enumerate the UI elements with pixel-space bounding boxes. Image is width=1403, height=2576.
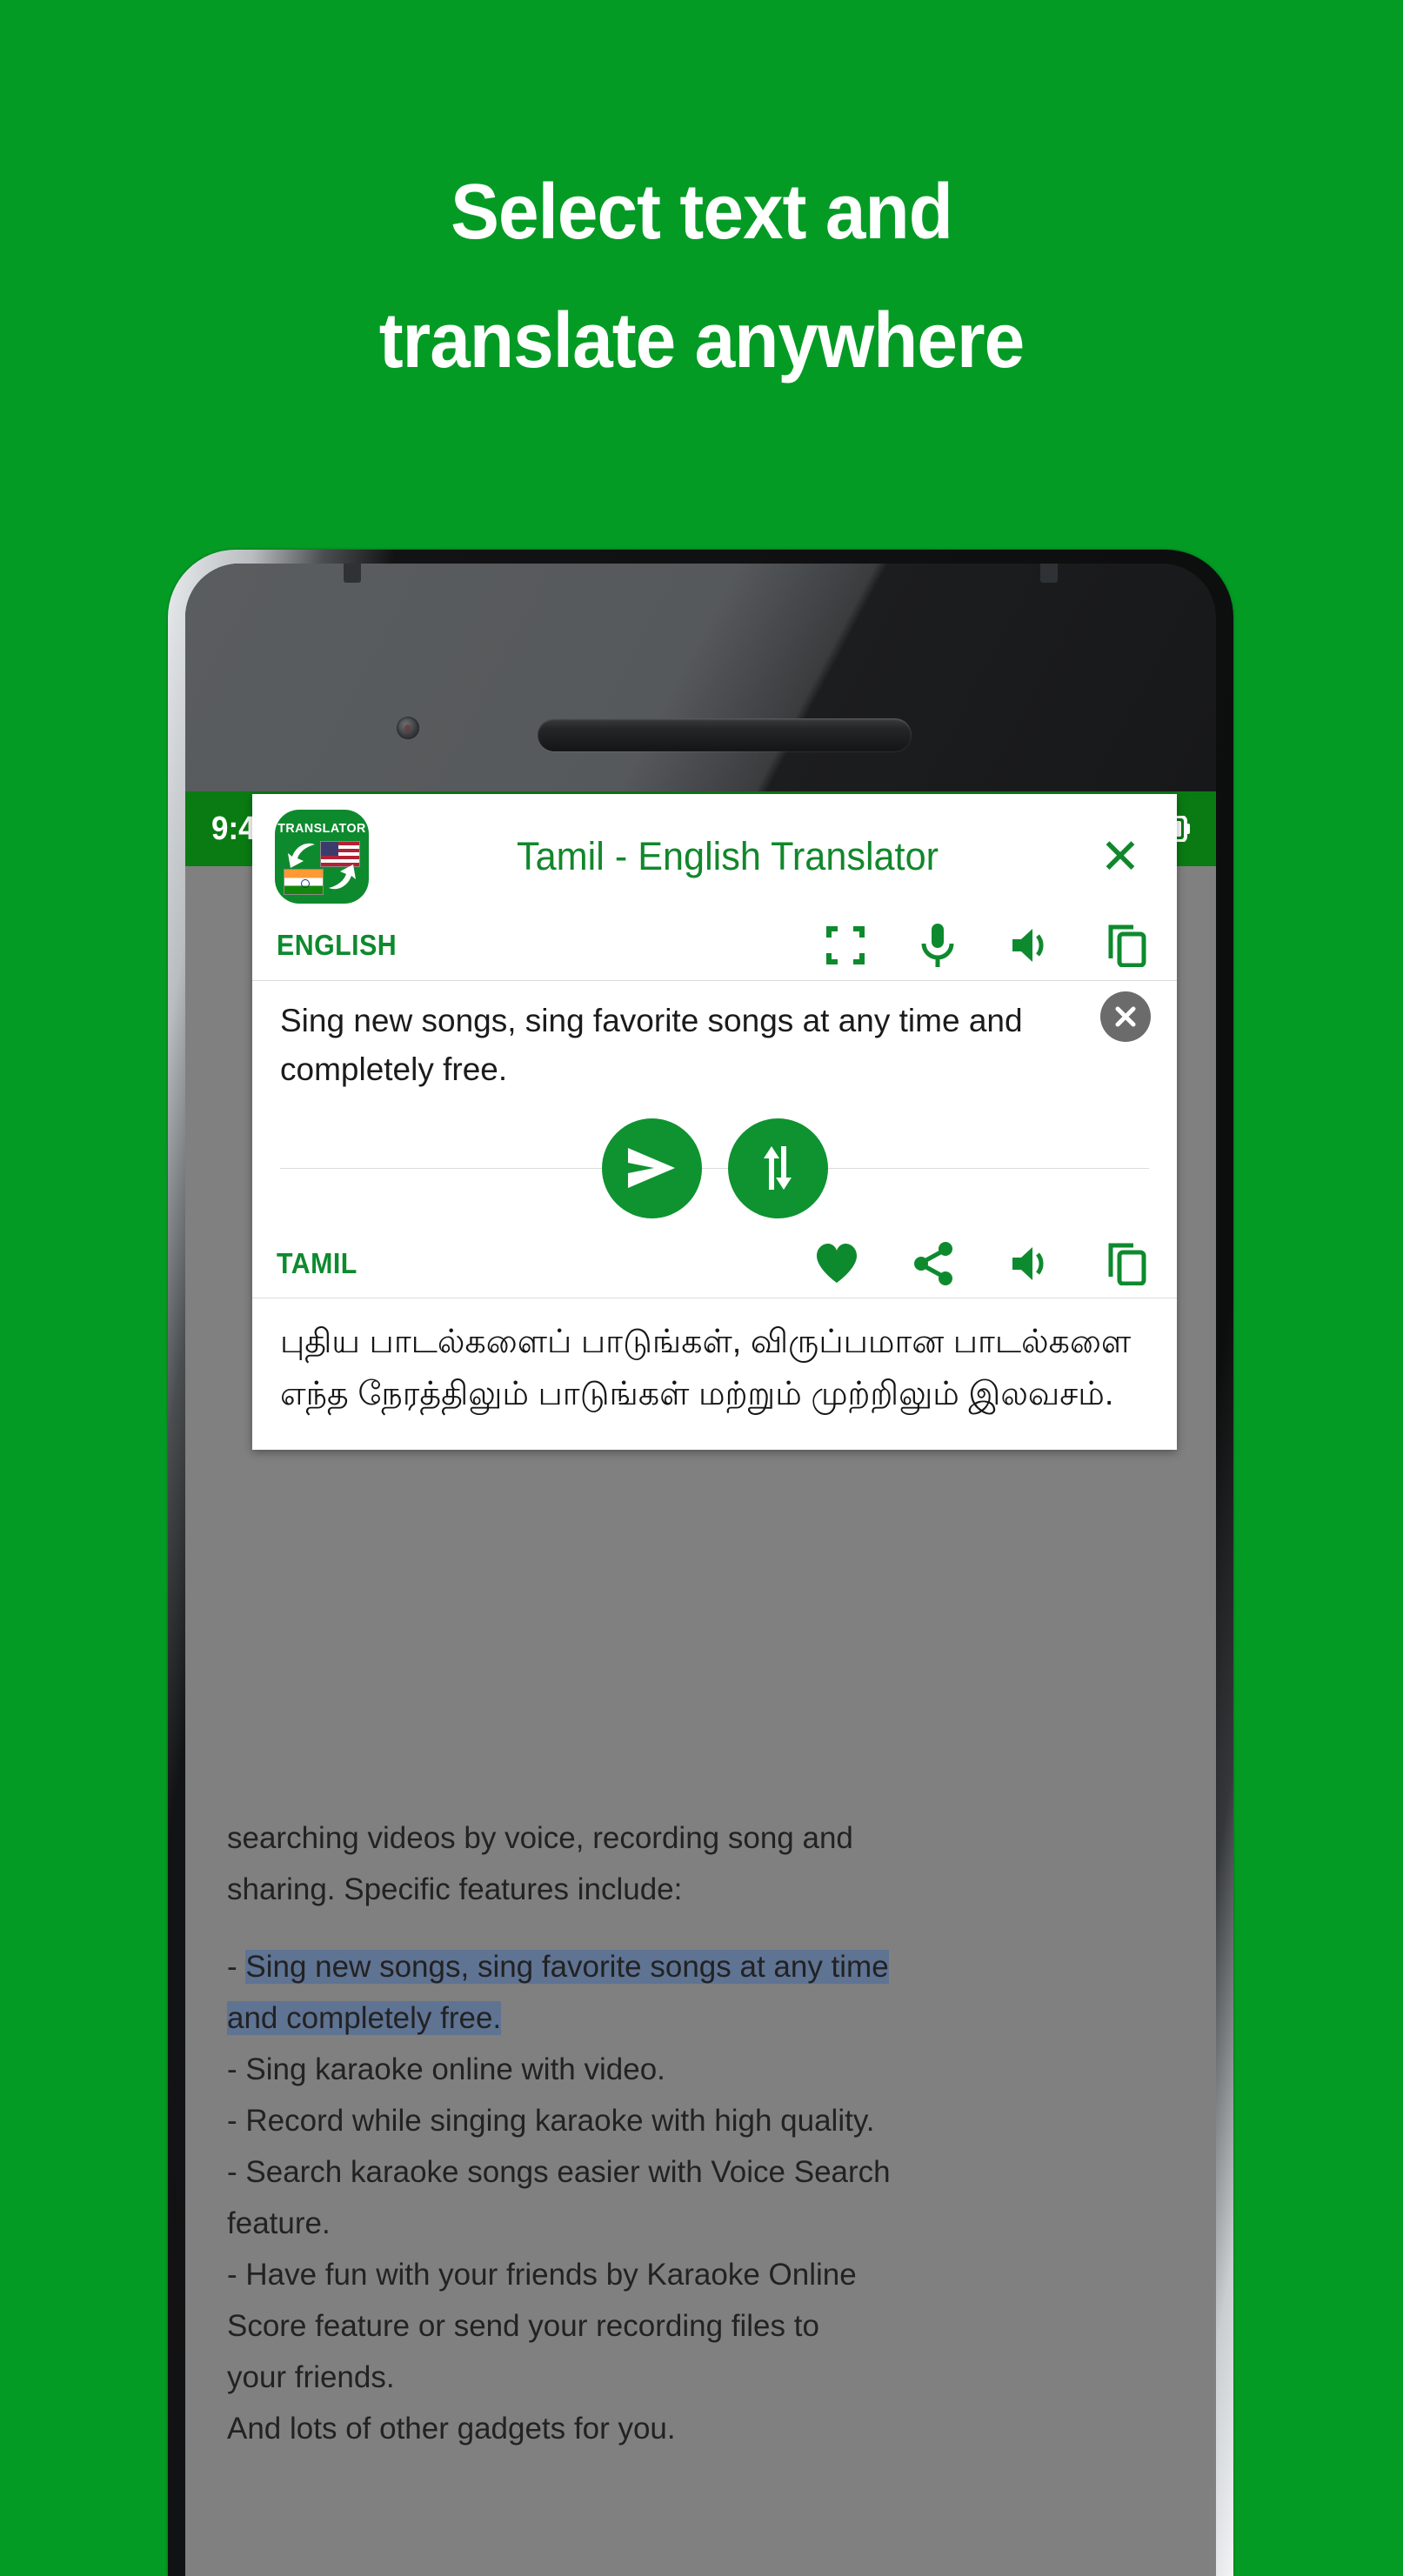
phone-top-glass [185,564,1216,791]
source-language-toolbar: ENGLISH [252,914,1177,980]
target-toolbar-icons [815,1242,1152,1285]
arrow-up-right-icon [327,864,357,890]
target-language-toolbar: TAMIL [252,1233,1177,1298]
antenna-notch-left [344,564,361,583]
background-text-line: - Have fun with your friends by Karaoke … [227,2258,857,2292]
copy-icon[interactable] [1107,1242,1147,1285]
heart-icon[interactable] [815,1243,859,1285]
dialog-header: TRANSLATOR Tamil - English Translator ✕ [252,794,1177,914]
background-text-line: your friends. [227,2360,395,2394]
front-camera-icon [397,717,419,739]
earpiece-speaker [538,718,912,751]
arrow-down-left-icon [287,843,317,869]
background-text-line: - Record while singing karaoke with high… [227,2104,875,2138]
background-text-line: searching videos by voice, recording son… [227,1821,853,1855]
dialog-actions [252,1103,1177,1233]
phone-screen: 9:42 searching videos by voice, recordin… [185,791,1216,2576]
phone-mockup: 9:42 searching videos by voice, recordin… [168,550,1233,2576]
copy-icon[interactable] [1107,924,1147,967]
background-text-line-selected: and completely free. [227,1992,1174,2044]
swap-vertical-icon [754,1143,801,1193]
source-toolbar-icons [825,923,1152,968]
close-icon[interactable]: ✕ [1086,832,1154,881]
fullscreen-icon[interactable] [825,925,865,965]
dialog-title: Tamil - English Translator [517,834,939,878]
phone-bezel: 9:42 searching videos by voice, recordin… [185,564,1216,2576]
app-icon: TRANSLATOR [275,810,369,904]
background-text-line: And lots of other gadgets for you. [227,2412,676,2446]
target-text-area[interactable]: புதிய பாடல்களைப் பாடுங்கள், விருப்பமான ப… [252,1298,1177,1443]
background-text-line: - Sing karaoke online with video. [227,2052,665,2086]
send-button[interactable] [601,1118,702,1218]
promo-headline: Select text and translate anywhere [49,148,1353,405]
background-text-line: feature. [227,2206,331,2240]
microphone-icon[interactable] [919,923,956,968]
clear-circle-icon[interactable] [1100,991,1151,1042]
speaker-icon[interactable] [1010,925,1053,965]
speaker-icon[interactable] [1010,1244,1053,1284]
swap-languages-button[interactable] [727,1118,828,1218]
background-text-spacer [227,1915,1174,1941]
app-icon-label: TRANSLATOR [277,821,366,836]
selected-text-span[interactable]: and completely free. [227,2001,502,2035]
background-text-line: - Search karaoke songs easier with Voice… [227,2155,891,2189]
translator-dialog: TRANSLATOR Tamil - English Translator ✕ [252,794,1177,1450]
target-language-label: TAMIL [277,1247,357,1279]
background-text-line-selected: - Sing new songs, sing favorite songs at… [227,1950,889,1984]
share-icon[interactable] [912,1242,956,1285]
source-text: Sing new songs, sing favorite songs at a… [280,1003,1023,1087]
headline-line-2: translate anywhere [378,297,1025,384]
headline-line-1: Select text and [451,169,953,256]
india-flag-icon [284,869,324,895]
antenna-notch-right [1040,564,1058,583]
send-icon [625,1145,678,1191]
source-language-label: ENGLISH [277,929,398,961]
background-text-line: sharing. Specific features include: [227,1872,683,1906]
source-text-area[interactable]: Sing new songs, sing favorite songs at a… [252,981,1177,1103]
target-text: புதிய பாடல்களைப் பாடுங்கள், விருப்பமான ப… [280,1324,1132,1412]
background-text-line: Score feature or send your recording fil… [227,2309,819,2343]
selected-text-span[interactable]: Sing new songs, sing favorite songs at a… [245,1950,889,1984]
